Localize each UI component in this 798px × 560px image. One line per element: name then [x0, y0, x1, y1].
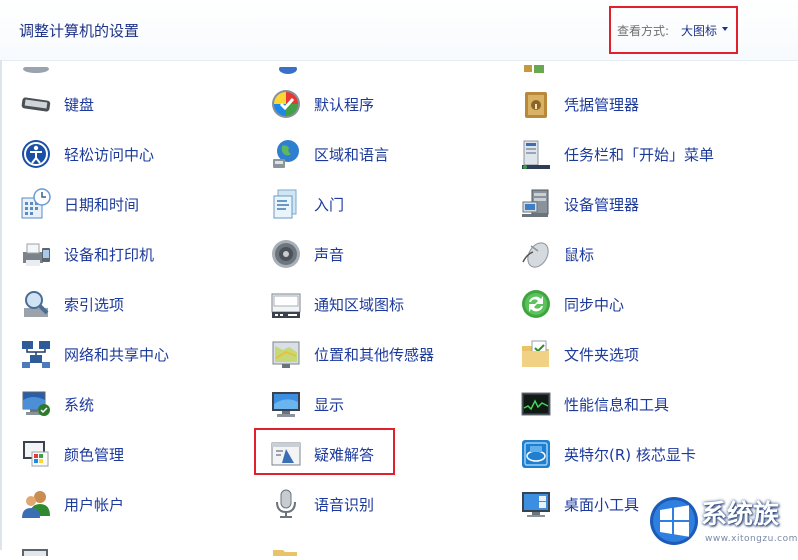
- user-accounts-icon: [20, 488, 52, 520]
- item-date-time[interactable]: 日期和时间: [20, 183, 260, 223]
- item-label: 区域和语言: [314, 146, 390, 164]
- clipped-top-icon: [270, 60, 302, 79]
- performance-icon: [520, 388, 552, 420]
- item-sync-center[interactable]: 同步中心: [520, 283, 760, 323]
- item-label: 声音: [314, 246, 345, 264]
- region-language-icon: [270, 138, 302, 170]
- display-icon: [270, 388, 302, 420]
- item-credential-manager[interactable]: 凭据管理器: [520, 83, 760, 123]
- item-label: 语音识别: [314, 496, 375, 514]
- sound-icon: [270, 238, 302, 270]
- keyboard-icon: [20, 88, 52, 120]
- clipped-bottom-icon: [270, 541, 302, 560]
- item-label: 文件夹选项: [564, 346, 640, 364]
- item-devices-printers[interactable]: 设备和打印机: [20, 233, 260, 273]
- item-default-programs[interactable]: 默认程序: [270, 83, 510, 123]
- item-location-sensors[interactable]: 位置和其他传感器: [270, 333, 510, 373]
- page-title: 调整计算机的设置: [19, 22, 140, 40]
- item-label: 入门: [314, 196, 345, 214]
- item-label: 同步中心: [564, 296, 625, 314]
- item-user-accounts[interactable]: 用户帐户: [20, 483, 260, 523]
- date-time-icon: [20, 188, 52, 220]
- item-label: 凭据管理器: [564, 96, 640, 114]
- windows-logo-icon: [650, 497, 698, 545]
- item-system[interactable]: 系统: [20, 383, 260, 423]
- speech-recognition-icon: [270, 488, 302, 520]
- color-management-icon: [20, 438, 52, 470]
- item-label: 设备和打印机: [64, 246, 155, 264]
- item-label: 键盘: [64, 96, 95, 114]
- watermark-brand: 系统族: [701, 500, 780, 530]
- clipped-top-icon: [20, 60, 52, 79]
- item-label: 设备管理器: [564, 196, 640, 214]
- item-indexing-options[interactable]: 索引选项: [20, 283, 260, 323]
- desktop-gadgets-icon: [520, 488, 552, 520]
- item-region-language[interactable]: 区域和语言: [270, 133, 510, 173]
- item-label: 任务栏和「开始」菜单: [564, 146, 715, 164]
- item-keyboard[interactable]: 键盘: [20, 83, 260, 123]
- indexing-options-icon: [20, 288, 52, 320]
- item-label: 系统: [64, 396, 95, 414]
- device-manager-icon: [520, 188, 552, 220]
- clipped-bottom-icon: [20, 541, 52, 560]
- item-getting-started[interactable]: 入门: [270, 183, 510, 223]
- view-by-highlight-box: [609, 6, 738, 54]
- item-label: 网络和共享中心: [64, 346, 170, 364]
- item-network-sharing[interactable]: 网络和共享中心: [20, 333, 260, 373]
- item-label: 英特尔(R) 核芯显卡: [564, 446, 696, 464]
- item-speech-recognition[interactable]: 语音识别: [270, 483, 510, 523]
- item-mouse[interactable]: 鼠标: [520, 233, 760, 273]
- item-display[interactable]: 显示: [270, 383, 510, 423]
- item-intel-graphics[interactable]: 英特尔(R) 核芯显卡: [520, 433, 760, 473]
- left-border: [0, 60, 2, 550]
- item-label: 索引选项: [64, 296, 125, 314]
- mouse-icon: [520, 238, 552, 270]
- sync-center-icon: [520, 288, 552, 320]
- item-label: 日期和时间: [64, 196, 140, 214]
- credential-manager-icon: [520, 88, 552, 120]
- item-notification-area[interactable]: 通知区域图标: [270, 283, 510, 323]
- notification-area-icon: [270, 288, 302, 320]
- clipped-top-icon: [520, 60, 552, 79]
- getting-started-icon: [270, 188, 302, 220]
- item-label: 用户帐户: [64, 496, 125, 514]
- item-color-management[interactable]: 颜色管理: [20, 433, 260, 473]
- troubleshooting-highlight-box: [254, 428, 395, 475]
- default-programs-icon: [270, 88, 302, 120]
- folder-options-icon: [520, 338, 552, 370]
- watermark: 系统族 www.xitongzu.com: [649, 492, 798, 550]
- taskbar-start-menu-icon: [520, 138, 552, 170]
- system-icon: [20, 388, 52, 420]
- ease-of-access-icon: [20, 138, 52, 170]
- item-label: 鼠标: [564, 246, 595, 264]
- item-label: 轻松访问中心: [64, 146, 155, 164]
- item-folder-options[interactable]: 文件夹选项: [520, 333, 760, 373]
- item-taskbar-start-menu[interactable]: 任务栏和「开始」菜单: [520, 133, 760, 173]
- network-sharing-icon: [20, 338, 52, 370]
- watermark-url: www.xitongzu.com: [705, 534, 798, 544]
- intel-graphics-icon: [520, 438, 552, 470]
- item-label: 显示: [314, 396, 345, 414]
- item-label: 通知区域图标: [314, 296, 405, 314]
- item-label: 桌面小工具: [564, 496, 640, 514]
- item-label: 性能信息和工具: [564, 396, 670, 414]
- item-label: 颜色管理: [64, 446, 125, 464]
- item-device-manager[interactable]: 设备管理器: [520, 183, 760, 223]
- devices-printers-icon: [20, 238, 52, 270]
- item-label: 默认程序: [314, 96, 375, 114]
- location-sensors-icon: [270, 338, 302, 370]
- item-ease-of-access[interactable]: 轻松访问中心: [20, 133, 260, 173]
- item-performance[interactable]: 性能信息和工具: [520, 383, 760, 423]
- item-sound[interactable]: 声音: [270, 233, 510, 273]
- item-label: 位置和其他传感器: [314, 346, 435, 364]
